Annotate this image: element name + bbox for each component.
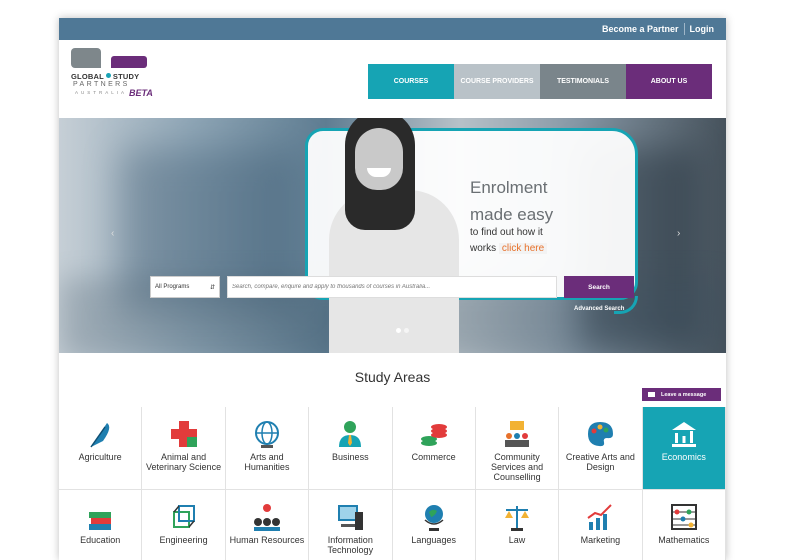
study-area-economics[interactable]: Economics bbox=[642, 407, 726, 490]
logo-bubble-grey bbox=[71, 48, 101, 68]
growth-chart-icon bbox=[587, 504, 613, 530]
hero-banner: Enrolment made easy to find out how it w… bbox=[59, 118, 726, 353]
study-areas-title: Study Areas bbox=[354, 369, 431, 385]
feather-icon bbox=[90, 423, 110, 448]
computer-icon bbox=[338, 505, 364, 530]
logo-line-1: GLOBAL STUDY bbox=[71, 72, 140, 81]
top-bar: Become a Partner Login bbox=[59, 18, 726, 40]
globe-stand-icon bbox=[424, 505, 444, 531]
chevron-left-icon[interactable]: ‹ bbox=[111, 228, 114, 239]
become-partner-link[interactable]: Become a Partner bbox=[602, 24, 679, 34]
nav-about-us[interactable]: ABOUT US bbox=[626, 64, 712, 99]
advanced-search-link[interactable]: Advanced Search bbox=[574, 306, 624, 312]
search-button[interactable]: Search bbox=[564, 276, 634, 298]
palette-icon bbox=[588, 422, 614, 447]
site-header: GLOBAL STUDY PARTNERS AUSTRALIA BETA COUR… bbox=[59, 40, 726, 118]
site-logo[interactable]: GLOBAL STUDY PARTNERS AUSTRALIA BETA bbox=[71, 48, 161, 108]
search-input[interactable] bbox=[227, 276, 557, 298]
hero-subtitle: to find out how it works click here bbox=[470, 225, 548, 257]
study-area-education[interactable]: Education bbox=[59, 490, 143, 560]
study-area-animal-veterinary[interactable]: Animal and Veterinary Science bbox=[142, 407, 226, 490]
cube-icon bbox=[172, 505, 195, 528]
topbar-divider bbox=[683, 23, 685, 35]
coins-icon bbox=[420, 424, 447, 446]
study-area-information-technology[interactable]: Information Technology bbox=[309, 490, 393, 560]
logo-line-2: PARTNERS bbox=[73, 81, 130, 88]
logo-line-3: AUSTRALIA bbox=[75, 90, 128, 95]
study-area-arts-humanities[interactable]: Arts and Humanities bbox=[225, 407, 310, 490]
study-area-law[interactable]: Law bbox=[475, 490, 560, 560]
group-icon bbox=[505, 421, 530, 447]
books-icon bbox=[89, 512, 112, 530]
study-areas-grid: Agriculture Animal and Veterinary Scienc… bbox=[59, 407, 726, 560]
nav-courses[interactable]: COURSES bbox=[368, 64, 454, 99]
study-area-languages[interactable]: Languages bbox=[392, 490, 476, 560]
study-area-agriculture[interactable]: Agriculture bbox=[59, 407, 143, 490]
click-here-link[interactable]: click here bbox=[498, 243, 548, 254]
leave-message-button[interactable]: Leave a message bbox=[642, 388, 721, 401]
businessman-icon bbox=[339, 421, 362, 447]
study-area-business[interactable]: Business bbox=[309, 407, 393, 490]
search-bar: All Programs ⇵ Search bbox=[150, 276, 634, 298]
study-area-community-services[interactable]: Community Services and Counselling bbox=[475, 407, 560, 490]
study-area-commerce[interactable]: Commerce bbox=[392, 407, 476, 490]
bank-chart-icon bbox=[671, 422, 696, 447]
envelope-icon bbox=[648, 392, 655, 397]
scales-icon bbox=[505, 506, 530, 531]
nav-testimonials[interactable]: TESTIMONIALS bbox=[540, 64, 626, 99]
carousel-dots bbox=[396, 328, 409, 333]
study-area-mathematics[interactable]: Mathematics bbox=[642, 490, 726, 560]
login-link[interactable]: Login bbox=[690, 24, 715, 34]
logo-bubble-purple bbox=[111, 56, 147, 68]
carousel-dot[interactable] bbox=[404, 328, 409, 333]
study-area-human-resources[interactable]: Human Resources bbox=[225, 490, 310, 560]
main-nav: COURSES COURSE PROVIDERS TESTIMONIALS AB… bbox=[368, 64, 712, 99]
carousel-dot[interactable] bbox=[396, 328, 401, 333]
browser-page: Become a Partner Login GLOBAL STUDY PARTN… bbox=[59, 18, 726, 560]
study-area-creative-arts[interactable]: Creative Arts and Design bbox=[559, 407, 643, 490]
abacus-icon bbox=[670, 504, 697, 530]
hero-title: Enrolment made easy bbox=[470, 178, 554, 224]
chevron-right-icon[interactable]: › bbox=[677, 228, 680, 239]
study-area-marketing[interactable]: Marketing bbox=[559, 490, 643, 560]
nav-course-providers[interactable]: COURSE PROVIDERS bbox=[454, 64, 540, 99]
program-select[interactable]: All Programs ⇵ bbox=[150, 276, 220, 298]
hero-photo-woman bbox=[329, 118, 469, 353]
beta-badge: BETA bbox=[129, 88, 153, 98]
study-area-engineering[interactable]: Engineering bbox=[142, 490, 226, 560]
globe-icon bbox=[254, 421, 279, 448]
select-arrows-icon: ⇵ bbox=[209, 284, 215, 291]
hierarchy-icon bbox=[253, 504, 280, 531]
medical-cross-icon bbox=[170, 421, 197, 447]
